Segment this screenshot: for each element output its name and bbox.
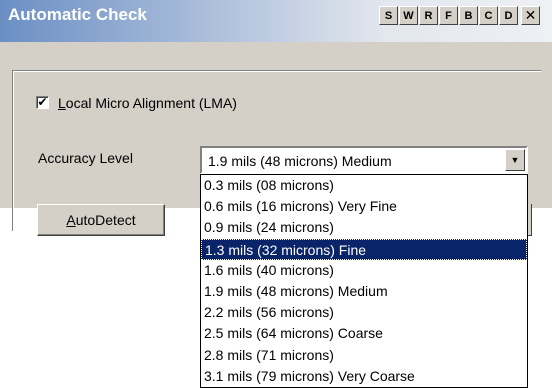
dropdown-option[interactable]: 0.9 mils (24 microns) [201, 217, 527, 238]
w-button[interactable]: W [399, 6, 418, 25]
b-button[interactable]: B [459, 6, 478, 25]
s-button[interactable]: S [379, 6, 398, 25]
lma-label-accelerator: L [58, 95, 66, 111]
accuracy-level-select[interactable]: 1.9 mils (48 microns) Medium ▼ [200, 146, 528, 174]
dropdown-option[interactable]: 0.3 mils (08 microns) [201, 175, 527, 196]
dropdown-option[interactable]: 0.6 mils (16 microns) Very Fine [201, 196, 527, 217]
accuracy-level-label: Accuracy Level [38, 150, 133, 166]
dropdown-option[interactable]: 1.6 mils (40 microns) [201, 260, 527, 281]
close-button[interactable]: ✕ [521, 6, 540, 25]
title-bar-buttons: S W R F B C D ✕ [379, 6, 541, 26]
lma-label-text: ocal Micro Alignment (LMA) [65, 95, 237, 111]
r-button[interactable]: R [419, 6, 438, 25]
autodetect-button[interactable]: AutoDetect [37, 204, 165, 236]
autodetect-accelerator: A [66, 212, 76, 228]
checkmark-icon: ✔ [37, 95, 48, 109]
dropdown-option[interactable]: 2.8 mils (71 microns) [201, 345, 527, 366]
dropdown-option[interactable]: 2.5 mils (64 microns) Coarse [201, 323, 527, 344]
dropdown-option[interactable]: 1.9 mils (48 microns) Medium [201, 281, 527, 302]
accuracy-level-value: 1.9 mils (48 microns) Medium [208, 153, 392, 169]
c-button[interactable]: C [479, 6, 498, 25]
f-button[interactable]: F [439, 6, 458, 25]
dropdown-option-highlighted[interactable]: 1.3 mils (32 microns) Fine [201, 238, 527, 260]
d-button[interactable]: D [499, 6, 518, 25]
chevron-down-icon: ▼ [510, 155, 520, 165]
dropdown-arrow-button[interactable]: ▼ [505, 149, 525, 171]
dropdown-option[interactable]: 3.1 mils (79 microns) Very Coarse [201, 366, 527, 387]
dropdown-option[interactable]: 2.2 mils (56 microns) [201, 302, 527, 323]
title-bar[interactable]: Automatic Check S W R F B C D ✕ [0, 0, 552, 42]
lma-checkbox-label[interactable]: Local Micro Alignment (LMA) [58, 95, 237, 111]
window-title: Automatic Check [8, 5, 147, 24]
accuracy-level-dropdown-list: 0.3 mils (08 microns) 0.6 mils (16 micro… [200, 174, 528, 388]
autodetect-label: utoDetect [75, 212, 136, 228]
lma-checkbox[interactable]: ✔ [36, 96, 49, 109]
